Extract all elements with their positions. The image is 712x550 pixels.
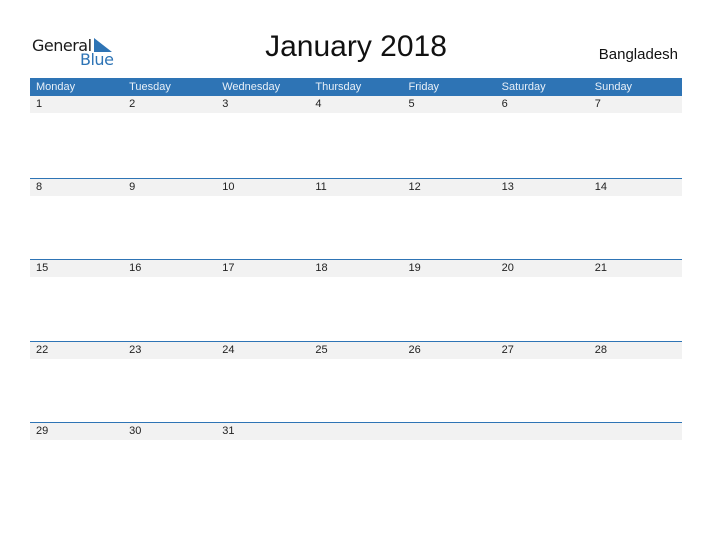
day-cell: 3 (222, 98, 229, 110)
day-cell: 7 (594, 98, 601, 110)
week-row: 15 16 17 18 19 20 21 (30, 259, 682, 341)
week-row: 8 9 10 11 12 13 14 (30, 177, 682, 260)
day-cell: 29 (36, 425, 49, 437)
country-label: Bangladesh (598, 46, 678, 63)
day-cell (496, 423, 589, 440)
day-cell: 16 (129, 262, 142, 274)
date-strip: 29 30 31 (30, 423, 682, 440)
day-cell (403, 423, 496, 440)
weekday-sunday: Sunday (594, 81, 633, 93)
day-cell: 31 (222, 425, 235, 437)
date-strip: 15 16 17 18 19 20 21 (30, 260, 682, 277)
day-cell: 2 (129, 98, 136, 110)
weekday-tuesday: Tuesday (129, 81, 171, 93)
day-cell: 30 (129, 425, 142, 437)
weekday-saturday: Saturday (501, 81, 546, 93)
day-cell: 21 (594, 262, 607, 274)
day-cell: 5 (408, 98, 415, 110)
date-strip: 22 23 24 25 26 27 28 (30, 341, 682, 359)
week-row: 1 2 3 4 5 6 7 (30, 96, 682, 178)
day-cell: 6 (501, 98, 508, 110)
day-cell: 10 (222, 180, 235, 193)
day-cell: 25 (315, 343, 328, 356)
day-cell: 8 (36, 180, 43, 193)
week-row: 22 23 24 25 26 27 28 (30, 340, 682, 423)
date-strip: 8 9 10 11 12 13 14 (30, 178, 682, 196)
weekday-monday: Monday (36, 81, 76, 93)
day-cell: 28 (594, 343, 607, 356)
day-cell: 19 (408, 262, 421, 274)
day-cell: 11 (315, 180, 327, 193)
day-cell: 12 (408, 180, 421, 193)
day-cell: 17 (222, 262, 235, 274)
day-cell: 1 (36, 98, 43, 110)
weekday-wednesday: Wednesday (222, 81, 281, 93)
date-strip: 1 2 3 4 5 6 7 (30, 96, 682, 113)
day-cell: 13 (501, 180, 514, 193)
day-cell: 27 (501, 343, 514, 356)
day-cell (309, 423, 402, 440)
calendar-grid: Monday Tuesday Wednesday Thursday Friday… (30, 78, 682, 504)
day-cell: 4 (315, 98, 322, 110)
day-cell: 20 (501, 262, 514, 274)
week-row: 29 30 31 (30, 422, 682, 504)
weekday-header: Monday Tuesday Wednesday Thursday Friday… (30, 78, 682, 96)
day-cell: 24 (222, 343, 235, 356)
day-cell: 18 (315, 262, 328, 274)
day-cell: 26 (408, 343, 421, 356)
day-cell: 23 (129, 343, 142, 356)
weekday-thursday: Thursday (315, 81, 362, 93)
day-cell: 9 (129, 180, 136, 193)
day-cell: 22 (36, 343, 49, 356)
day-cell: 14 (594, 180, 607, 193)
day-cell: 15 (36, 262, 49, 274)
day-cell (589, 423, 682, 440)
weekday-friday: Friday (408, 81, 440, 93)
